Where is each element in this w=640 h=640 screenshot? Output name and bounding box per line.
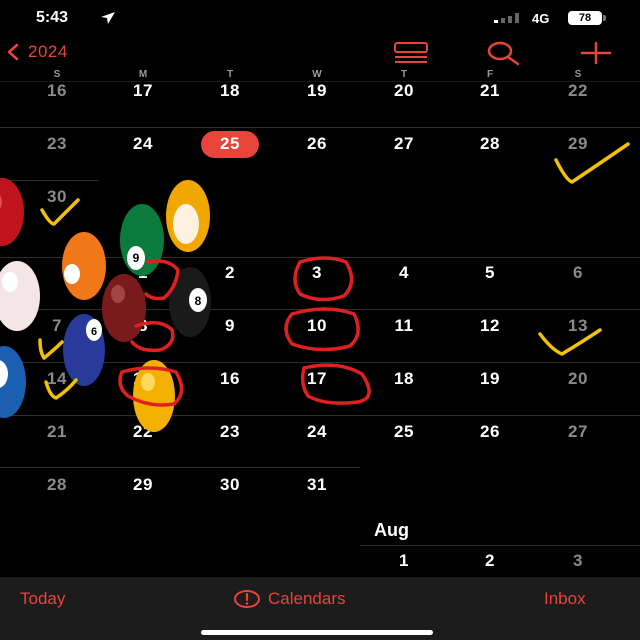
weekday-label: S [53,69,61,80]
ball-number: 9 [133,251,140,265]
day-cell[interactable]: 19 [287,81,347,101]
battery-cap [603,15,606,21]
alert-circle-icon [234,590,260,608]
chevron-left-icon [7,43,19,61]
day-cell[interactable]: 19 [460,369,520,389]
day-cell[interactable]: 2 [460,551,520,571]
day-cell[interactable]: 10 [287,316,347,336]
day-cell[interactable]: 13 [548,316,608,336]
billiard-ball: 8 [169,267,211,337]
week-divider [360,545,640,546]
back-to-year-button[interactable]: 2024 [6,40,68,64]
day-cell[interactable]: 30 [200,475,260,495]
billiard-ball [133,360,175,432]
today-button[interactable]: Today [20,589,65,609]
day-cell[interactable]: 12 [460,316,520,336]
day-cell[interactable]: 26 [460,422,520,442]
billiard-ball: 9 [120,204,164,276]
battery-icon: 78 [568,11,602,25]
weekday-label: S [574,69,582,80]
day-cell[interactable]: 17 [113,81,173,101]
weekday-label: F [486,69,494,80]
billiard-ball [62,232,106,300]
billiard-balls-sticker: 9 8 6 [0,178,211,432]
day-cell[interactable]: 17 [287,369,347,389]
day-cell[interactable]: 28 [27,475,87,495]
billiard-ball [102,274,146,342]
day-cell[interactable]: 3 [287,263,347,283]
day-cell[interactable]: 20 [548,369,608,389]
day-cell[interactable]: 16 [27,81,87,101]
day-cell[interactable]: 22 [548,81,608,101]
weekday-label: W [312,69,322,80]
calendars-label: Calendars [268,589,346,608]
day-cell[interactable]: 6 [548,263,608,283]
day-cell[interactable]: 18 [374,369,434,389]
signal-icon [494,13,519,23]
day-cell[interactable]: 24 [113,134,173,154]
day-cell[interactable]: 4 [374,263,434,283]
day-cell[interactable]: 31 [287,475,347,495]
day-cell[interactable]: 29 [113,475,173,495]
home-indicator[interactable] [201,630,433,635]
ball-number: 8 [195,294,202,308]
billiard-ball: 6 [63,314,105,386]
weekday-label: T [226,69,234,80]
billiard-ball [0,346,26,418]
list-view-icon[interactable] [393,42,429,64]
network-type: 4G [532,11,550,26]
location-arrow-icon [101,12,115,24]
weekday-label: M [138,69,148,80]
day-cell[interactable]: 23 [27,134,87,154]
day-cell[interactable]: 25 [374,422,434,442]
day-cell[interactable]: 27 [374,134,434,154]
ball-number: 6 [91,326,97,338]
day-cell[interactable]: 29 [548,134,608,154]
day-cell[interactable]: 26 [287,134,347,154]
billiard-ball [0,178,24,246]
inbox-button[interactable]: Inbox [544,589,586,609]
day-cell[interactable]: 5 [460,263,520,283]
battery-level: 78 [578,12,592,24]
month-title-aug: Aug [374,520,409,540]
day-cell[interactable]: 11 [374,316,434,336]
day-cell[interactable]: 3 [548,551,608,571]
search-icon[interactable] [485,40,521,66]
back-button-label: 2024 [28,42,68,61]
day-cell[interactable]: 20 [374,81,434,101]
day-cell[interactable]: 28 [460,134,520,154]
calendars-button[interactable]: Calendars [234,589,346,609]
weekday-label: T [400,69,408,80]
status-time: 5:43 [36,9,69,26]
add-event-icon[interactable] [580,40,612,66]
billiard-ball [166,180,210,252]
week-divider [0,467,360,468]
day-cell[interactable]: 1 [374,551,434,571]
week-divider [0,127,640,128]
day-cell[interactable]: 27 [548,422,608,442]
billiard-ball [0,261,40,331]
day-cell[interactable]: 18 [200,81,260,101]
day-cell-today[interactable]: 25 [200,134,260,154]
day-cell[interactable]: 24 [287,422,347,442]
day-cell[interactable]: 21 [460,81,520,101]
